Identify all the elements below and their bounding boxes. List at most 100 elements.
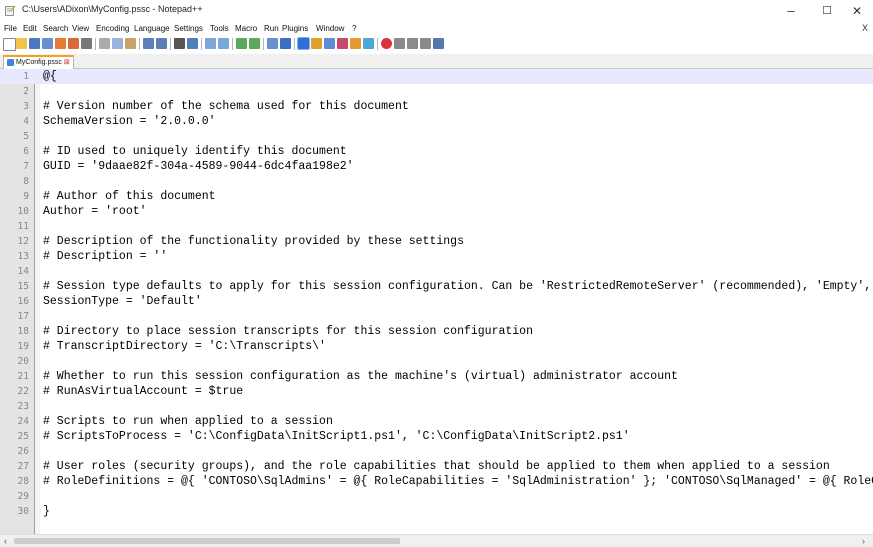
show-all-chars-icon[interactable]: [280, 38, 291, 49]
shortcut-icon[interactable]: [363, 38, 374, 49]
zoom-out-icon[interactable]: [218, 38, 229, 49]
code-line[interactable]: 18 # Directory to place session transcrip…: [0, 324, 873, 339]
code-line[interactable]: 14: [0, 264, 873, 279]
doc-map-icon[interactable]: [324, 38, 335, 49]
code-line[interactable]: 25 # ScriptsToProcess = 'C:\ConfigData\In…: [0, 429, 873, 444]
line-text[interactable]: SchemaVersion = '2.0.0.0': [43, 115, 216, 128]
undo-icon[interactable]: [143, 38, 154, 49]
code-line[interactable]: 22 # RunAsVirtualAccount = $true: [0, 384, 873, 399]
menu-tools[interactable]: Tools: [210, 24, 229, 33]
code-line[interactable]: 1 @{: [0, 69, 873, 84]
line-text[interactable]: # ScriptsToProcess = 'C:\ConfigData\Init…: [43, 430, 630, 443]
tab-close-icon[interactable]: ⊠: [64, 59, 70, 66]
menu-run[interactable]: Run: [264, 24, 279, 33]
menu-file[interactable]: File: [4, 24, 17, 33]
horizontal-scrollbar[interactable]: ‹ ›: [0, 534, 873, 547]
folder-as-workspace-icon[interactable]: [337, 38, 348, 49]
menu-edit[interactable]: Edit: [23, 24, 37, 33]
save-macro-icon[interactable]: [433, 38, 444, 49]
line-text[interactable]: # User roles (security groups), and the …: [43, 460, 830, 473]
menu-settings[interactable]: Settings: [174, 24, 203, 33]
code-line[interactable]: 21 # Whether to run this session configur…: [0, 369, 873, 384]
open-file-icon[interactable]: [16, 38, 27, 49]
code-line[interactable]: 9 # Author of this document: [0, 189, 873, 204]
code-line[interactable]: 13 # Description = '': [0, 249, 873, 264]
code-line[interactable]: 19 # TranscriptDirectory = 'C:\Transcript…: [0, 339, 873, 354]
line-text[interactable]: # Session type defaults to apply for thi…: [43, 280, 873, 293]
scroll-right-icon[interactable]: ›: [862, 535, 865, 547]
scrollbar-thumb[interactable]: [14, 538, 400, 544]
close-all-icon[interactable]: [68, 38, 79, 49]
find-icon[interactable]: [174, 38, 185, 49]
function-list-icon[interactable]: [311, 38, 322, 49]
redo-icon[interactable]: [156, 38, 167, 49]
menu-view[interactable]: View: [72, 24, 89, 33]
line-text[interactable]: # Scripts to run when applied to a sessi…: [43, 415, 333, 428]
line-text[interactable]: @{: [43, 70, 57, 83]
code-line[interactable]: 12 # Description of the functionality pro…: [0, 234, 873, 249]
word-wrap-icon[interactable]: [267, 38, 278, 49]
monitor-icon[interactable]: [350, 38, 361, 49]
indent-guide-icon[interactable]: [297, 37, 310, 50]
minimize-button[interactable]: –: [773, 0, 809, 22]
close-document-icon[interactable]: X: [862, 23, 868, 33]
code-line[interactable]: 7 GUID = '9daae82f-304a-4589-9044-6dc4faa…: [0, 159, 873, 174]
print-icon[interactable]: [81, 38, 92, 49]
sync-vertical-icon[interactable]: [236, 38, 247, 49]
code-line[interactable]: 11: [0, 219, 873, 234]
save-all-icon[interactable]: [42, 38, 53, 49]
replace-icon[interactable]: [187, 38, 198, 49]
line-text[interactable]: # Author of this document: [43, 190, 216, 203]
menu-help[interactable]: ?: [352, 24, 356, 33]
code-line[interactable]: 24 # Scripts to run when applied to a ses…: [0, 414, 873, 429]
code-line[interactable]: 16 SessionType = 'Default': [0, 294, 873, 309]
code-line[interactable]: 6 # ID used to uniquely identify this doc…: [0, 144, 873, 159]
code-line[interactable]: 27 # User roles (security groups), and th…: [0, 459, 873, 474]
stop-macro-icon[interactable]: [394, 38, 405, 49]
line-text[interactable]: SessionType = 'Default': [43, 295, 202, 308]
run-macro-icon[interactable]: [420, 38, 431, 49]
save-icon[interactable]: [29, 38, 40, 49]
line-text[interactable]: # Version number of the schema used for …: [43, 100, 409, 113]
menu-plugins[interactable]: Plugins: [282, 24, 308, 33]
line-text[interactable]: # Description = '': [43, 250, 167, 263]
line-text[interactable]: # RoleDefinitions = @{ 'CONTOSO\SqlAdmin…: [43, 475, 873, 488]
code-line[interactable]: 23: [0, 399, 873, 414]
menu-window[interactable]: Window: [316, 24, 344, 33]
line-text[interactable]: # Directory to place session transcripts…: [43, 325, 533, 338]
code-line[interactable]: 15 # Session type defaults to apply for t…: [0, 279, 873, 294]
code-line[interactable]: 10 Author = 'root': [0, 204, 873, 219]
play-macro-icon[interactable]: [407, 38, 418, 49]
line-text[interactable]: GUID = '9daae82f-304a-4589-9044-6dc4faa1…: [43, 160, 354, 173]
code-line[interactable]: 28 # RoleDefinitions = @{ 'CONTOSO\SqlAdm…: [0, 474, 873, 489]
close-button[interactable]: ✕: [839, 0, 873, 22]
copy-icon[interactable]: [112, 38, 123, 49]
code-line[interactable]: 2: [0, 84, 873, 99]
paste-icon[interactable]: [125, 38, 136, 49]
code-line[interactable]: 5: [0, 129, 873, 144]
line-text[interactable]: }: [43, 505, 50, 518]
menu-language[interactable]: Language: [134, 24, 170, 33]
tab-myconfig[interactable]: MyConfig.pssc ⊠: [3, 55, 74, 70]
code-line[interactable]: 26: [0, 444, 873, 459]
menu-search[interactable]: Search: [43, 24, 68, 33]
line-text[interactable]: # ID used to uniquely identify this docu…: [43, 145, 347, 158]
line-text[interactable]: # Whether to run this session configurat…: [43, 370, 678, 383]
code-line[interactable]: 8: [0, 174, 873, 189]
code-line[interactable]: 30}: [0, 504, 873, 519]
code-line[interactable]: 29: [0, 489, 873, 504]
zoom-in-icon[interactable]: [205, 38, 216, 49]
record-macro-icon[interactable]: [381, 38, 392, 49]
line-text[interactable]: # TranscriptDirectory = 'C:\Transcripts\…: [43, 340, 326, 353]
code-line[interactable]: 4 SchemaVersion = '2.0.0.0': [0, 114, 873, 129]
line-text[interactable]: # Description of the functionality provi…: [43, 235, 464, 248]
code-line[interactable]: 20: [0, 354, 873, 369]
scroll-left-icon[interactable]: ‹: [4, 535, 7, 547]
new-file-icon[interactable]: [3, 38, 16, 51]
code-line[interactable]: 3 # Version number of the schema used for…: [0, 99, 873, 114]
cut-icon[interactable]: [99, 38, 110, 49]
close-icon[interactable]: [55, 38, 66, 49]
code-line[interactable]: 17: [0, 309, 873, 324]
line-text[interactable]: Author = 'root': [43, 205, 147, 218]
menu-macro[interactable]: Macro: [235, 24, 257, 33]
